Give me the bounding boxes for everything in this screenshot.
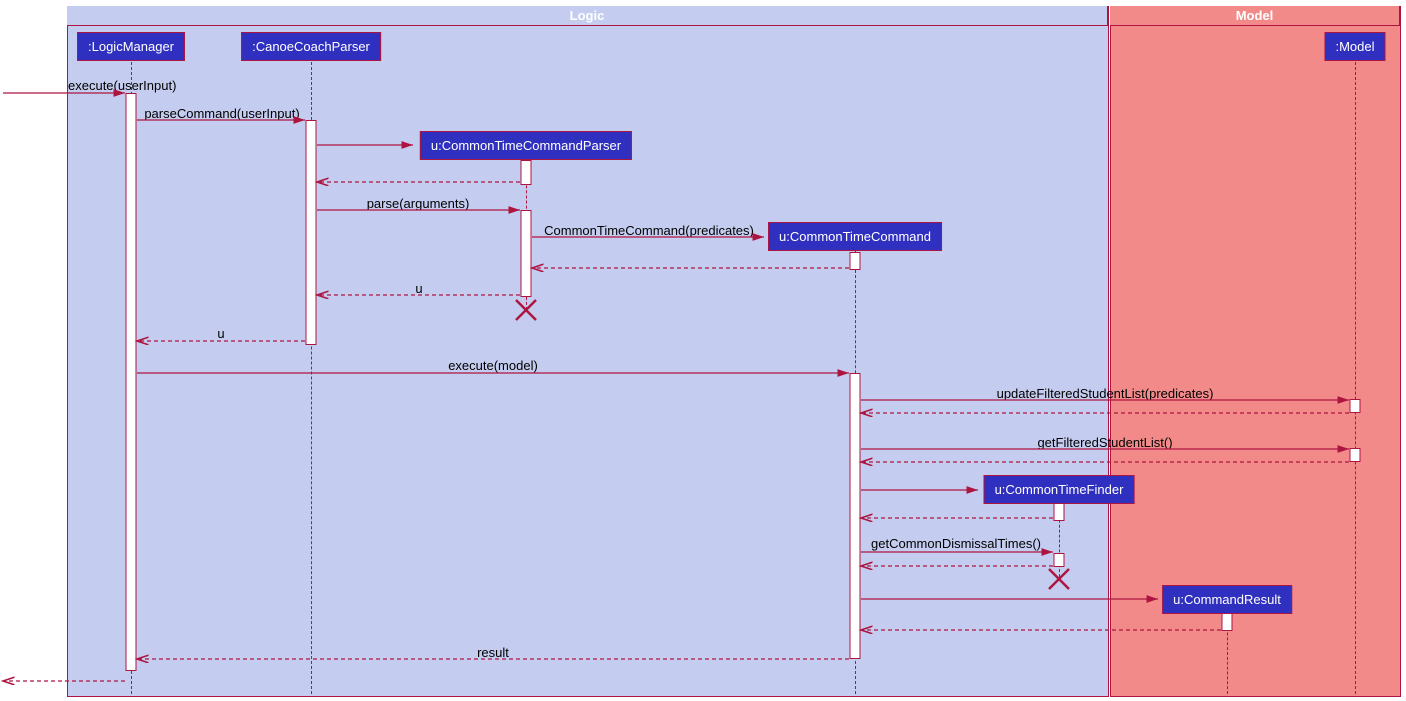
u1-label: u [415,281,422,296]
execute-user-input-label: execute(userInput) [68,78,176,93]
common-time-finder-activation-2 [1054,553,1065,567]
model-lifeline [1355,62,1356,694]
canoe-coach-parser-participant: :CanoeCoachParser [241,32,381,61]
common-time-finder-participant: u:CommonTimeFinder [984,475,1135,504]
logic-frame-label: Logic [67,6,1108,26]
get-filtered-student-list-label: getFilteredStudentList() [1037,435,1172,450]
logic-manager-activation [126,93,137,671]
model-frame-label: Model [1110,6,1400,26]
command-result-participant: u:CommandResult [1162,585,1292,614]
result-label: result [477,645,509,660]
parse-command-label: parseCommand(userInput) [144,106,299,121]
common-time-command-parser-activation-1 [521,160,532,185]
get-common-dismissal-times-label: getCommonDismissalTimes() [871,536,1041,551]
common-time-command-parser-activation-2 [521,210,532,297]
update-filtered-student-list-label: updateFilteredStudentList(predicates) [997,386,1214,401]
common-time-command-parser-participant: u:CommonTimeCommandParser [420,131,632,160]
common-time-command-activation-1 [850,252,861,270]
model-activation-1 [1350,399,1361,413]
model-activation-2 [1350,448,1361,462]
canoe-coach-parser-activation [306,120,317,345]
u2-label: u [217,326,224,341]
model-participant: :Model [1324,32,1385,61]
logic-manager-participant: :LogicManager [77,32,185,61]
common-time-command-predicates-label: CommonTimeCommand(predicates) [544,223,754,238]
command-result-activation [1222,613,1233,631]
common-time-command-activation-2 [850,373,861,659]
execute-model-label: execute(model) [448,358,538,373]
common-time-command-participant: u:CommonTimeCommand [768,222,942,251]
parse-arguments-label: parse(arguments) [367,196,470,211]
common-time-finder-activation-1 [1054,503,1065,521]
